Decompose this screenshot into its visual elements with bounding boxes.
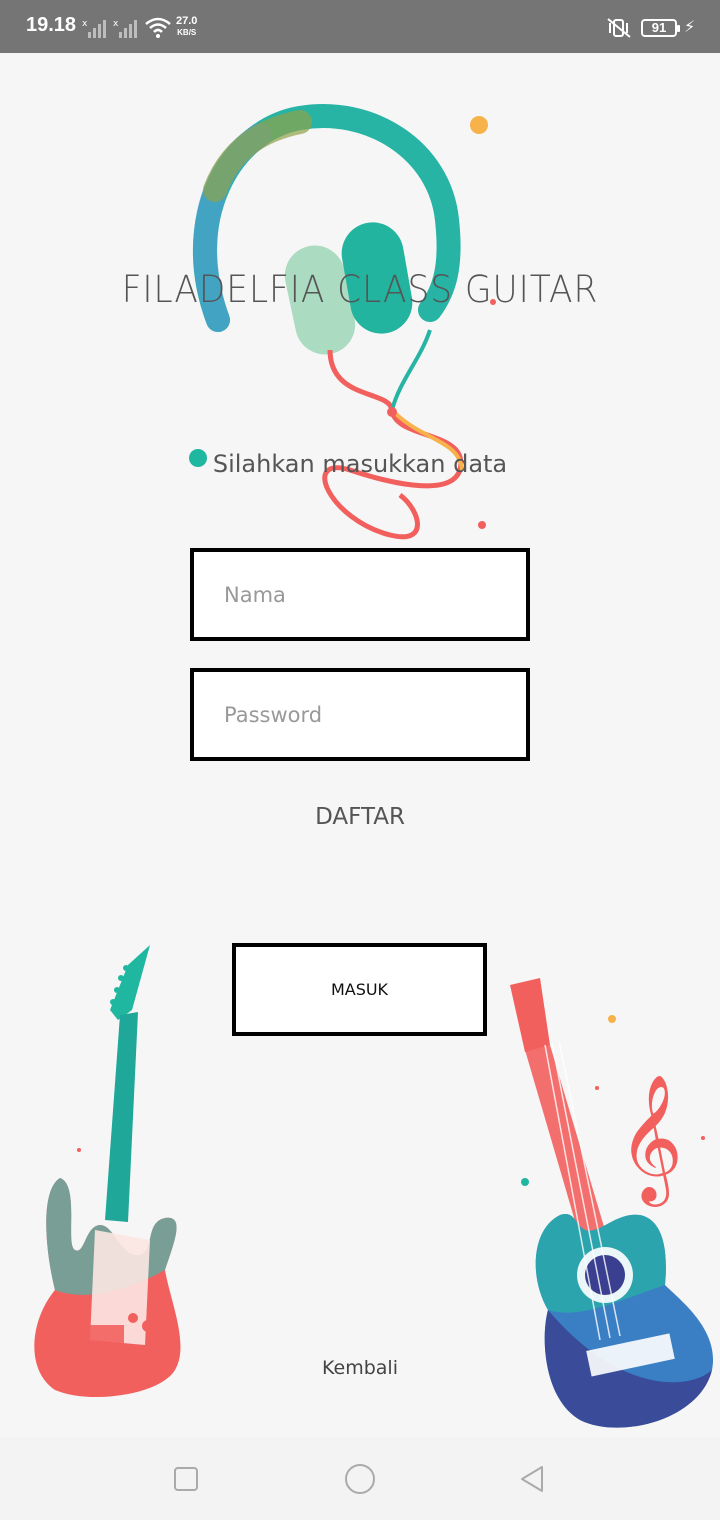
back-nav-button[interactable] bbox=[492, 1437, 572, 1520]
password-input[interactable] bbox=[194, 672, 526, 757]
register-button[interactable]: DAFTAR bbox=[0, 804, 720, 830]
back-icon bbox=[521, 1465, 543, 1492]
home-button[interactable] bbox=[320, 1437, 400, 1520]
back-link[interactable]: Kembali bbox=[0, 1357, 720, 1379]
name-field-container bbox=[190, 548, 530, 641]
app-title: FILADELFIA CLASS GUITAR bbox=[121, 268, 599, 311]
page-subtitle: Silahkan masukkan data bbox=[212, 450, 508, 478]
login-button[interactable]: MASUK bbox=[232, 943, 487, 1036]
name-input[interactable] bbox=[194, 552, 526, 637]
recent-apps-icon bbox=[174, 1466, 198, 1491]
home-icon bbox=[345, 1463, 375, 1494]
treble-clef-icon: 𝄞 bbox=[618, 1073, 683, 1207]
navigation-bar bbox=[0, 1437, 720, 1520]
electric-guitar-illustration bbox=[34, 945, 181, 1398]
recent-apps-button[interactable] bbox=[146, 1437, 226, 1520]
password-field-container bbox=[190, 668, 530, 761]
